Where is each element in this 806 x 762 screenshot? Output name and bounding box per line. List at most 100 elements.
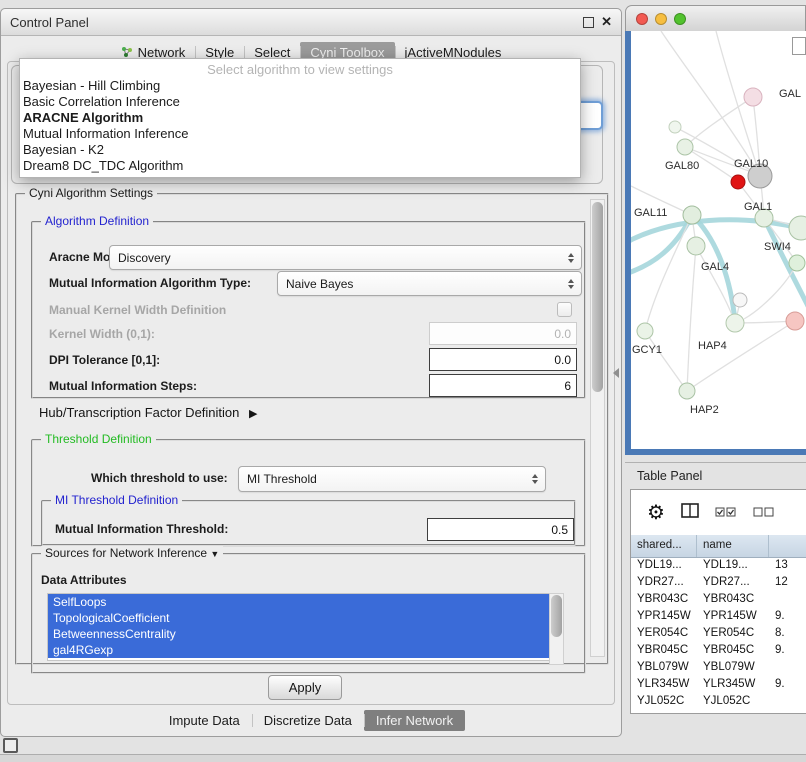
hub-section-toggle[interactable]: Hub/Transcription Factor Definition ▶ <box>39 405 257 420</box>
table-row[interactable]: YBR043CYBR043C <box>631 591 806 608</box>
table-row[interactable]: YBL079WYBL079W <box>631 659 806 676</box>
network-node-hap4[interactable] <box>726 314 744 332</box>
settings-scrollbar[interactable] <box>590 199 605 657</box>
manual-kernel-label: Manual Kernel Width Definition <box>49 303 226 317</box>
node-table-window: ⚙ shared...name YDL19...YDL19...13YDR27.… <box>630 489 806 714</box>
select-all-icon[interactable] <box>715 504 737 522</box>
network-canvas[interactable]: GAL80GAL10GAL1GAL11SWI4GAL4GCY1HAP4HAP2G… <box>631 31 806 449</box>
network-edge[interactable] <box>687 321 795 391</box>
table-panel-title: Table Panel <box>637 469 702 483</box>
network-node[interactable] <box>789 255 805 271</box>
column-header-2[interactable] <box>769 535 806 557</box>
table-row[interactable]: YPR145WYPR145W9. <box>631 608 806 625</box>
table-cell: 12 <box>769 574 806 591</box>
minimap-corner[interactable] <box>792 37 806 55</box>
table-row[interactable]: YBR045CYBR045C9. <box>631 642 806 659</box>
attribute-item-topologicalcoefficient[interactable]: TopologicalCoefficient <box>48 610 549 626</box>
network-node[interactable] <box>669 121 681 133</box>
close-icon[interactable]: ✕ <box>601 17 612 27</box>
table-cell: YDR27... <box>631 574 697 591</box>
network-node-gcy1[interactable] <box>637 323 653 339</box>
control-panel-titlebar[interactable]: Control Panel ✕ <box>1 9 621 36</box>
network-view[interactable]: GAL80GAL10GAL1GAL11SWI4GAL4GCY1HAP4HAP2G… <box>631 31 806 449</box>
network-edge[interactable] <box>687 246 696 391</box>
table-cell <box>769 659 806 676</box>
node-label: HAP4 <box>698 340 727 352</box>
network-node[interactable] <box>731 175 745 189</box>
panel-resize-arrow-icon[interactable] <box>613 368 619 378</box>
minimize-traffic-light-icon[interactable] <box>655 13 667 25</box>
network-node-hap2[interactable] <box>679 383 695 399</box>
sources-title-text: Sources for Network Inference <box>45 546 207 560</box>
network-edge[interactable] <box>661 31 760 176</box>
network-edge[interactable] <box>645 331 687 391</box>
table-cell: YDR27... <box>697 574 769 591</box>
network-node[interactable] <box>733 293 747 307</box>
network-node-gal11[interactable] <box>683 206 701 224</box>
scrollbar-thumb[interactable] <box>592 202 603 392</box>
network-view-window: GAL80GAL10GAL1GAL11SWI4GAL4GCY1HAP4HAP2G… <box>625 5 806 455</box>
table-cell: YPR145W <box>631 608 697 625</box>
manual-kernel-checkbox[interactable] <box>557 302 572 317</box>
table-row[interactable]: YDR27...YDR27...12 <box>631 574 806 591</box>
attribute-list-scrollbar[interactable] <box>549 593 564 665</box>
table-cell: YBR045C <box>631 642 697 659</box>
restore-panel-icon[interactable] <box>3 738 18 753</box>
algorithm-option-dream8-dc-tdc-algorithm[interactable]: Dream8 DC_TDC Algorithm <box>20 158 580 174</box>
sources-group-title[interactable]: Sources for Network Inference ▼ <box>41 546 223 560</box>
close-traffic-light-icon[interactable] <box>636 13 648 25</box>
algorithm-option-bayesian-hill-climbing[interactable]: Bayesian - Hill Climbing <box>20 78 580 94</box>
chevron-updown-icon <box>568 253 574 263</box>
tab-impute-data[interactable]: Impute Data <box>157 710 252 731</box>
table-row[interactable]: YDL19...YDL19...13 <box>631 557 806 574</box>
attribute-list[interactable]: SelfLoopsTopologicalCoefficientBetweenne… <box>47 593 550 661</box>
scrollbar-thumb[interactable] <box>551 595 562 637</box>
data-attributes-label: Data Attributes <box>41 573 127 587</box>
aracne-mode-select[interactable]: Discovery <box>109 245 582 270</box>
network-node[interactable] <box>786 312 804 330</box>
table-cell: YBL079W <box>631 659 697 676</box>
table-cell: YDL19... <box>697 557 769 574</box>
algorithm-option-mutual-information-inference[interactable]: Mutual Information Inference <box>20 126 580 142</box>
network-node-gal80[interactable] <box>677 139 693 155</box>
mi-type-label: Mutual Information Algorithm Type: <box>49 276 251 290</box>
columns-icon[interactable] <box>681 503 699 523</box>
zoom-traffic-light-icon[interactable] <box>674 13 686 25</box>
attribute-item-gal4rgexp[interactable]: gal4RGexp <box>48 642 549 658</box>
mi-steps-label: Mutual Information Steps: <box>49 379 197 393</box>
table-row[interactable]: YJL052CYJL052C <box>631 693 806 710</box>
mi-threshold-input[interactable]: 0.5 <box>427 518 574 541</box>
float-window-icon[interactable] <box>583 17 594 28</box>
algorithm-option-aracne-algorithm[interactable]: ARACNE Algorithm <box>20 110 580 126</box>
table-row[interactable]: YLR345WYLR345W9. <box>631 676 806 693</box>
network-window-frame: GAL80GAL10GAL1GAL11SWI4GAL4GCY1HAP4HAP2G… <box>625 31 806 455</box>
network-window-titlebar[interactable] <box>625 5 806 33</box>
mi-steps-input[interactable]: 6 <box>429 374 577 397</box>
mi-threshold-label: Mutual Information Threshold: <box>55 522 228 536</box>
dpi-tolerance-value: 0.0 <box>554 353 571 367</box>
mi-type-select[interactable]: Naive Bayes <box>277 271 582 296</box>
attribute-item-betweennesscentrality[interactable]: BetweennessCentrality <box>48 626 549 642</box>
kernel-width-input[interactable]: 0.0 <box>429 322 577 345</box>
algorithm-option-bayesian-k2[interactable]: Bayesian - K2 <box>20 142 580 158</box>
column-header-shared[interactable]: shared... <box>631 535 697 557</box>
tab-infer-network[interactable]: Infer Network <box>364 710 465 731</box>
deselect-all-icon[interactable] <box>753 504 775 522</box>
gear-icon[interactable]: ⚙ <box>647 503 665 523</box>
network-node-swi4[interactable] <box>789 216 806 240</box>
table-row[interactable]: YER054CYER054C8. <box>631 625 806 642</box>
column-header-name[interactable]: name <box>697 535 769 557</box>
network-node-gal4[interactable] <box>687 237 705 255</box>
node-label: GAL <box>779 88 801 100</box>
settings-group-title: Cyni Algorithm Settings <box>25 186 157 200</box>
which-threshold-select[interactable]: MI Threshold <box>238 466 546 492</box>
attribute-item-selfloops[interactable]: SelfLoops <box>48 594 549 610</box>
apply-button[interactable]: Apply <box>268 675 342 700</box>
tab-discretize-data[interactable]: Discretize Data <box>252 710 364 731</box>
table-cell: 9. <box>769 608 806 625</box>
dpi-tolerance-input[interactable]: 0.0 <box>429 348 577 371</box>
network-node[interactable] <box>744 88 762 106</box>
table-cell: YER054C <box>631 625 697 642</box>
algorithm-option-basic-correlation-inference[interactable]: Basic Correlation Inference <box>20 94 580 110</box>
table-panel-titlebar[interactable]: Table Panel <box>625 462 806 489</box>
